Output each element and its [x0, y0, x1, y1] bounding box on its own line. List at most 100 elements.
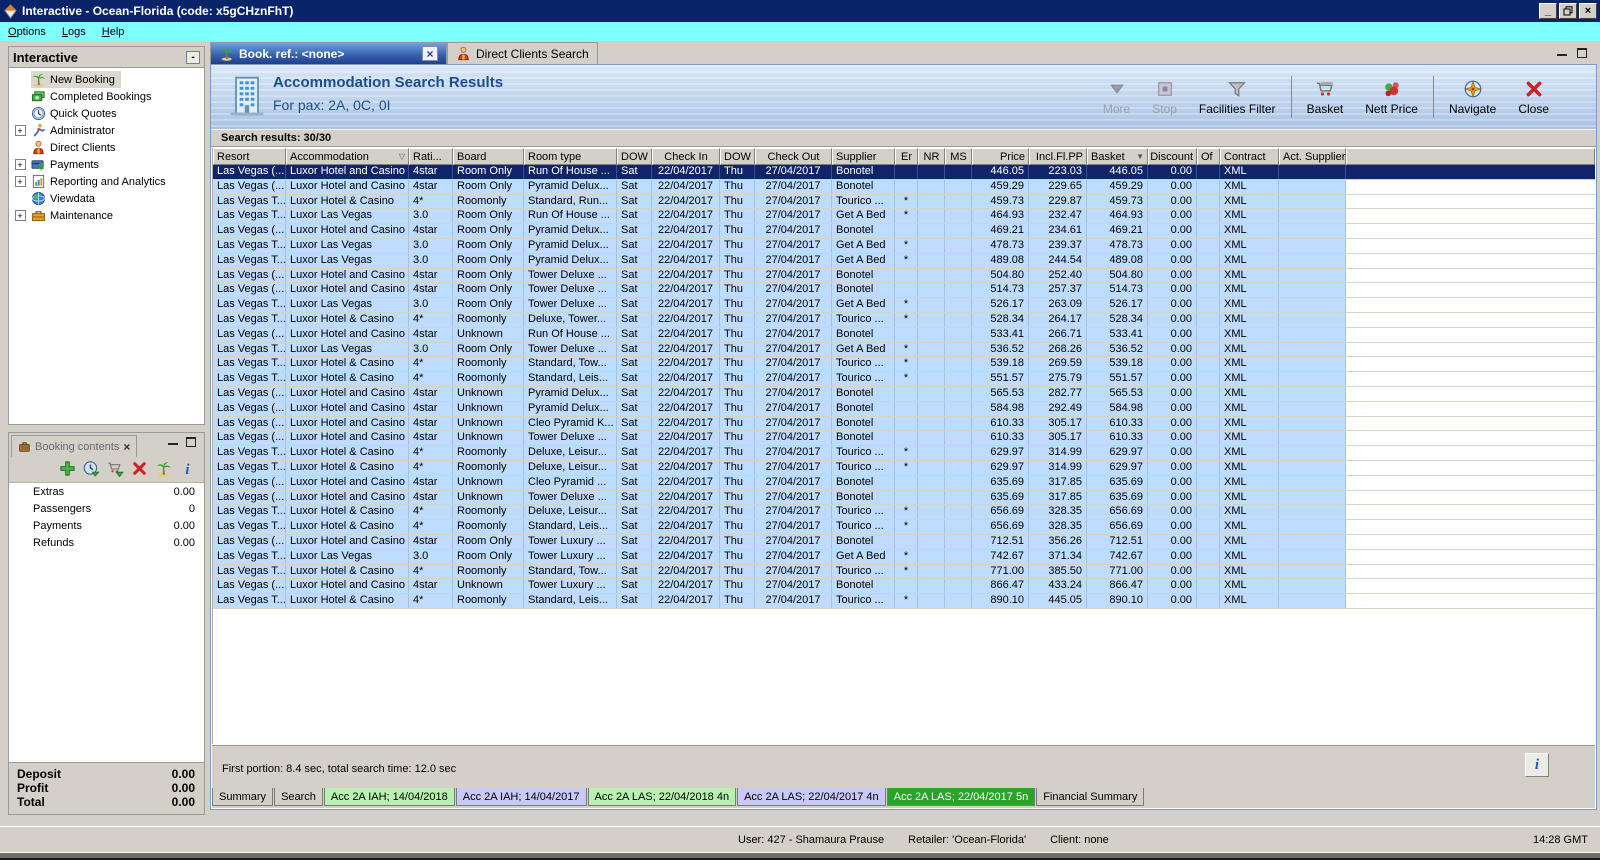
- column-header-board[interactable]: Board: [453, 148, 524, 165]
- nett-price-button[interactable]: Nett Price: [1354, 79, 1429, 116]
- expand-icon[interactable]: +: [14, 210, 26, 221]
- column-header-nr[interactable]: NR: [918, 148, 945, 165]
- sidebar-item-quick-quotes[interactable]: Quick Quotes: [9, 105, 204, 122]
- close-button[interactable]: Close: [1507, 79, 1560, 116]
- table-row[interactable]: Las Vegas T... Luxor Hotel & Casino 4* Room…: [213, 194, 1595, 210]
- column-header-resort[interactable]: Resort: [213, 148, 286, 165]
- table-row[interactable]: Las Vegas T... Luxor Hotel & Casino 4* Room…: [213, 505, 1595, 521]
- table-row[interactable]: Las Vegas T... Luxor Hotel & Casino 4* Room…: [213, 594, 1595, 609]
- close-booking-contents-icon[interactable]: ×: [123, 441, 130, 453]
- minimize-button[interactable]: _: [1539, 3, 1557, 19]
- table-row[interactable]: Las Vegas (... Luxor Hotel and Casino 4sta…: [213, 490, 1595, 506]
- table-row[interactable]: Las Vegas (... Luxor Hotel and Casino 4sta…: [213, 386, 1595, 402]
- table-row[interactable]: Las Vegas T... Luxor Hotel & Casino 4* Room…: [213, 446, 1595, 461]
- table-row[interactable]: Las Vegas (... Luxor Hotel and Casino 4sta…: [213, 327, 1595, 343]
- column-header-rating[interactable]: Rati...: [409, 148, 453, 165]
- booking-contents-row[interactable]: Refunds 0.00: [9, 534, 204, 551]
- search-tab-acc-2a-las-22-04-2018-4n[interactable]: Acc 2A LAS; 22/04/2018 4n: [587, 788, 737, 806]
- booking-contents-row[interactable]: Extras 0.00: [9, 483, 204, 500]
- table-row[interactable]: Las Vegas T... Luxor Hotel & Casino 4* Room…: [213, 520, 1595, 535]
- column-header-ms[interactable]: MS: [945, 148, 972, 165]
- tab-book-ref-none-[interactable]: Book. ref.: <none> ×: [210, 42, 447, 64]
- column-header-dow_in[interactable]: DOW: [617, 148, 652, 165]
- table-row[interactable]: Las Vegas (... Luxor Hotel and Casino 4sta…: [213, 534, 1595, 550]
- filter-icon[interactable]: ▽: [399, 152, 405, 161]
- info-button[interactable]: i: [1525, 753, 1549, 777]
- collapse-panel-button[interactable]: -: [186, 50, 200, 64]
- sidebar-item-new-booking[interactable]: New Booking: [9, 71, 204, 88]
- maximize-panel-icon[interactable]: [186, 437, 196, 447]
- column-header-contract[interactable]: Contract: [1220, 148, 1279, 165]
- restore-button[interactable]: [1559, 3, 1577, 19]
- sidebar-item-payments[interactable]: + $ Payments: [9, 156, 204, 173]
- column-header-accommodation[interactable]: Accommodation ▽: [286, 148, 409, 165]
- column-header-act_supplier[interactable]: Act. Supplier: [1279, 148, 1346, 165]
- column-header-price[interactable]: Price: [972, 148, 1029, 165]
- table-row[interactable]: Las Vegas (... Luxor Hotel and Casino 4sta…: [213, 579, 1595, 595]
- column-header-dow_out[interactable]: DOW: [720, 148, 755, 165]
- column-header-of[interactable]: Of: [1197, 148, 1220, 165]
- table-row[interactable]: Las Vegas T... Luxor Hotel & Casino 4* Room…: [213, 460, 1595, 476]
- booking-contents-row[interactable]: Payments 0.00: [9, 517, 204, 534]
- search-tab-summary[interactable]: Summary: [212, 788, 274, 806]
- bc-delete-button[interactable]: [131, 460, 148, 480]
- basket-button[interactable]: Basket: [1296, 79, 1355, 116]
- sidebar-item-direct-clients[interactable]: Direct Clients: [9, 139, 204, 156]
- bc-add-button[interactable]: [59, 460, 76, 480]
- bc-basket-add-button[interactable]: [107, 460, 124, 480]
- column-header-incl_fl_pp[interactable]: Incl.Fl.PP: [1029, 148, 1087, 165]
- facilities-filter-button[interactable]: Facilities Filter: [1188, 79, 1287, 116]
- table-row[interactable]: Las Vegas (... Luxor Hotel and Casino 4sta…: [213, 283, 1595, 299]
- table-row[interactable]: Las Vegas T... Luxor Hotel & Casino 4* Room…: [213, 372, 1595, 387]
- minimize-view-icon[interactable]: [1557, 48, 1567, 56]
- menu-logs[interactable]: Logs: [54, 24, 94, 40]
- sidebar-item-viewdata[interactable]: Viewdata: [9, 190, 204, 207]
- close-tab-icon[interactable]: ×: [422, 46, 438, 61]
- table-row[interactable]: Las Vegas (... Luxor Hotel and Casino 4sta…: [213, 268, 1595, 284]
- table-row[interactable]: Las Vegas (... Luxor Hotel and Casino 4sta…: [213, 165, 1595, 180]
- booking-contents-row[interactable]: Passengers 0: [9, 500, 204, 517]
- table-row[interactable]: Las Vegas (... Luxor Hotel and Casino 4sta…: [213, 475, 1595, 491]
- sidebar-item-completed-bookings[interactable]: Completed Bookings: [9, 88, 204, 105]
- expand-icon[interactable]: +: [14, 176, 26, 187]
- sidebar-item-maintenance[interactable]: + Maintenance: [9, 207, 204, 224]
- booking-contents-tab[interactable]: Booking contents ×: [11, 435, 138, 457]
- table-row[interactable]: Las Vegas T... Luxor Las Vegas 3.0 Room Onl…: [213, 253, 1595, 269]
- column-header-basket[interactable]: Basket ▼: [1087, 148, 1148, 165]
- column-header-check_in[interactable]: Check In: [652, 148, 720, 165]
- search-tab-search[interactable]: Search: [274, 788, 323, 806]
- table-row[interactable]: Las Vegas T... Luxor Las Vegas 3.0 Room Onl…: [213, 238, 1595, 254]
- table-row[interactable]: Las Vegas T... Luxor Hotel & Casino 4* Room…: [213, 312, 1595, 328]
- tab-direct-clients-search[interactable]: Direct Clients Search: [447, 42, 598, 64]
- search-tab-acc-2a-las-22-04-2017-4n[interactable]: Acc 2A LAS; 22/04/2017 4n: [737, 788, 886, 806]
- expand-icon[interactable]: +: [14, 125, 26, 136]
- search-tab-financial-summary[interactable]: Financial Summary: [1036, 788, 1145, 806]
- close-button[interactable]: ×: [1579, 3, 1597, 19]
- menu-help[interactable]: Help: [94, 24, 133, 40]
- bc-info-button[interactable]: i: [179, 460, 196, 480]
- bc-palm-tree-button[interactable]: [155, 460, 172, 480]
- table-row[interactable]: Las Vegas T... Luxor Las Vegas 3.0 Room Onl…: [213, 549, 1595, 565]
- table-row[interactable]: Las Vegas T... Luxor Hotel & Casino 4* Room…: [213, 564, 1595, 580]
- bc-availability-button[interactable]: [83, 460, 100, 480]
- minimize-panel-icon[interactable]: [168, 437, 178, 445]
- column-header-er[interactable]: Er: [895, 148, 918, 165]
- column-header-supplier[interactable]: Supplier: [832, 148, 895, 165]
- table-row[interactable]: Las Vegas (... Luxor Hotel and Casino 4sta…: [213, 224, 1595, 239]
- navigate-button[interactable]: Navigate: [1438, 79, 1507, 116]
- maximize-view-icon[interactable]: [1577, 48, 1587, 58]
- table-row[interactable]: Las Vegas T... Luxor Hotel & Casino 4* Room…: [213, 357, 1595, 373]
- table-row[interactable]: Las Vegas (... Luxor Hotel and Casino 4sta…: [213, 431, 1595, 447]
- table-row[interactable]: Las Vegas (... Luxor Hotel and Casino 4sta…: [213, 401, 1595, 417]
- column-header-check_out[interactable]: Check Out: [755, 148, 832, 165]
- column-header-room_type[interactable]: Room type: [524, 148, 617, 165]
- search-tab-acc-2a-las-22-04-2017-5n[interactable]: Acc 2A LAS; 22/04/2017 5n: [886, 788, 1036, 806]
- column-header-discount[interactable]: Discount: [1148, 148, 1197, 165]
- sidebar-item-reporting-and-analytics[interactable]: + Reporting and Analytics: [9, 173, 204, 190]
- expand-icon[interactable]: +: [14, 159, 26, 170]
- table-row[interactable]: Las Vegas T... Luxor Las Vegas 3.0 Room Onl…: [213, 342, 1595, 358]
- search-tab-acc-2a-iah-14-04-2017[interactable]: Acc 2A IAH; 14/04/2017: [455, 788, 587, 806]
- sidebar-item-administrator[interactable]: + Administrator: [9, 122, 204, 139]
- table-row[interactable]: Las Vegas (... Luxor Hotel and Casino 4sta…: [213, 179, 1595, 195]
- table-row[interactable]: Las Vegas (... Luxor Hotel and Casino 4sta…: [213, 416, 1595, 432]
